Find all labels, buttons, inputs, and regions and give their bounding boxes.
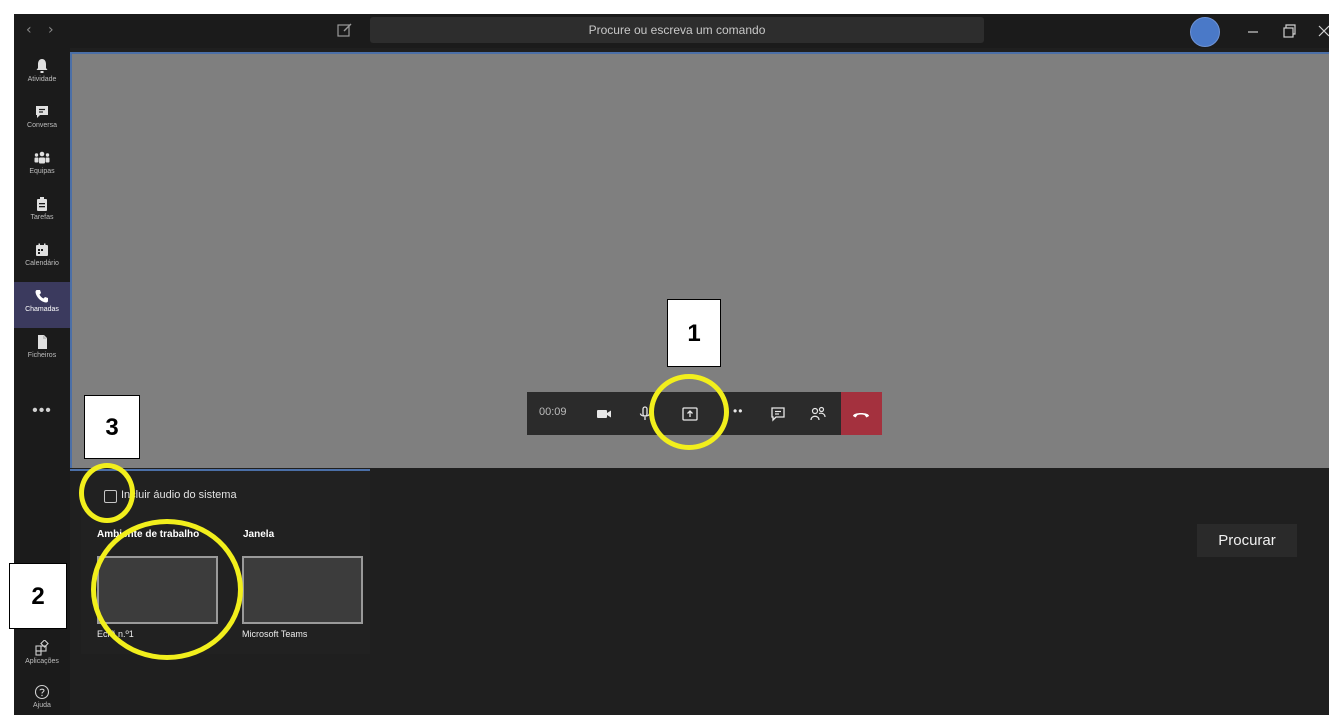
more-apps-icon[interactable]: ••• [14,402,70,420]
rail-label: Conversa [27,122,57,129]
calendar-icon [36,243,48,256]
highlight-ring-share [649,374,729,450]
rail-label: Tarefas [30,214,54,221]
participants-icon[interactable] [808,404,828,424]
rail-label: Aplicações [25,658,59,665]
forward-arrow-icon[interactable]: › [48,22,54,38]
back-arrow-icon[interactable]: ‹ [26,22,32,38]
files-icon [38,335,47,349]
highlight-ring-audio [79,463,135,523]
rail-label: Calendário [25,260,59,267]
rail-item-tasks[interactable]: Tarefas [14,190,70,236]
rail-item-files[interactable]: Ficheiros [14,328,70,374]
rail-item-help[interactable]: Ajuda [14,678,70,715]
browse-button[interactable]: Procurar [1197,524,1297,557]
include-audio-label: Incluir áudio do sistema [121,489,237,501]
annotation-1: 1 [667,299,721,367]
call-timer: 00:09 [539,406,567,418]
close-icon[interactable] [1315,22,1329,40]
rail-item-teams[interactable]: Equipas [14,144,70,190]
rail-label: Ajuda [33,702,51,709]
phone-icon [35,290,48,303]
window-section-label: Janela [243,529,275,540]
rail-item-apps[interactable]: Aplicações [14,634,70,680]
rail-item-chat[interactable]: Conversa [14,98,70,144]
compose-icon[interactable] [336,21,354,39]
chat-icon[interactable] [768,404,788,424]
window-thumbnail[interactable] [242,556,363,624]
more-actions-icon[interactable]: •• [733,404,743,418]
tasks-icon [37,197,47,211]
rail-label: Ficheiros [27,352,57,359]
hang-up-icon [853,413,869,418]
chat-icon [36,106,48,118]
rail-item-activity[interactable]: Atividade [14,52,70,98]
annotation-3: 3 [84,395,140,459]
rail-label: Equipas [29,168,55,175]
camera-icon[interactable] [594,404,614,424]
title-bar: ‹ › Procure ou escreva um comando [14,14,1329,48]
help-icon [34,684,50,700]
highlight-ring-screen [91,519,243,660]
rail-label: Chamadas [25,306,59,313]
window-label: Microsoft Teams [242,629,308,639]
rail-item-calls[interactable]: Chamadas [14,282,70,328]
search-placeholder: Procure ou escreva um comando [588,23,766,37]
hang-up-button[interactable] [841,392,882,435]
restore-icon[interactable] [1280,22,1298,40]
rail-item-calendar[interactable]: Calendário [14,236,70,282]
search-box[interactable]: Procure ou escreva um comando [370,17,984,43]
teams-icon [34,151,50,164]
bell-icon [36,59,48,73]
apps-icon [35,640,49,656]
minimize-icon[interactable] [1244,22,1262,40]
rail-label: Atividade [27,76,57,83]
annotation-2: 2 [9,563,67,629]
avatar[interactable] [1190,17,1220,47]
